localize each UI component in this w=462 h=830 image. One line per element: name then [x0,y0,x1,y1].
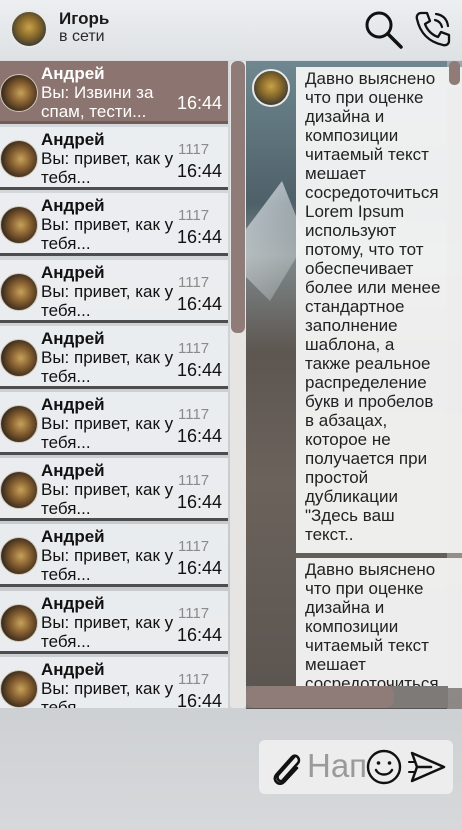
unread-count: 1117 [178,604,210,622]
avatar [0,603,38,642]
chat-time: 16:44 [177,359,223,380]
scrollbar-thumb[interactable] [246,686,394,708]
chat-preview: Вы: привет, как у тебя... [41,281,174,320]
unread-count: 1117 [178,406,210,423]
unread-count: 1117 [178,141,210,159]
message-avatar[interactable] [252,69,290,107]
chat-name: Андрей [41,196,105,216]
avatar[interactable] [10,10,48,48]
unread-count: 1117 [178,472,210,490]
phone-icon[interactable] [412,8,454,50]
chat-time: 16:44 [177,690,223,708]
chat-name: Андрей [41,262,105,282]
chat-preview: Вы: привет, как у тебя... [41,480,174,519]
chat-time: 16:44 [177,93,223,113]
chat-name: Андрей [41,659,105,679]
chat-list[interactable]: Андрей Вы: Извини за спам, тести... 16:44 А… [0,61,228,708]
avatar [0,669,38,708]
chat-time: 16:44 [177,624,223,645]
chat-time: 16:44 [177,227,223,248]
paperclip-icon[interactable] [265,747,305,787]
chat-name: Андрей [41,64,105,83]
avatar [0,272,38,311]
chat-list-item[interactable]: Андрей Вы: привет, как у тебя... 1117 16:44 [0,458,228,522]
search-icon[interactable] [362,8,404,50]
chat-time: 16:44 [177,492,223,513]
chat-list-item[interactable]: Андрей Вы: привет, как у тебя... 1117 16:44 [0,259,228,323]
chat-preview: Вы: привет, как у тебя... [41,215,174,254]
chat-name: Андрей [41,130,105,150]
chat-time: 16:44 [177,558,223,579]
chat-time: 16:44 [177,161,223,182]
message-scrollbar-horizontal[interactable] [246,686,448,708]
chat-list-item[interactable]: Андрей Вы: Извини за спам, тести... 16:44 [0,61,228,124]
chat-name: Андрей [41,461,105,481]
chat-name: Андрей [41,527,105,547]
avatar [0,471,38,510]
chat-list-scrollbar[interactable] [230,61,246,708]
chat-list-item[interactable]: Андрей Вы: привет, как у тебя... 1117 16:44 [0,127,228,191]
unread-count: 1117 [178,273,210,291]
chat-list-item[interactable]: Андрей Вы: привет, как у тебя... 1117 16:44 [0,392,228,455]
message-composer [259,740,453,794]
chat-preview: Вы: привет, как у тебя... [41,347,174,386]
unread-count: 1117 [178,538,210,556]
unread-count: 1117 [178,207,210,225]
avatar [0,206,38,245]
chat-time: 16:44 [177,293,223,314]
chat-list-item[interactable]: Андрей Вы: привет, как у тебя... 1117 16:44 [0,590,228,654]
chat-time: 16:44 [177,426,223,446]
scrollbar-thumb[interactable] [449,61,460,85]
message-bubble: Давно выяснено что при оценке дизайна и … [296,558,462,688]
contact-name: Игорь [59,9,110,28]
chat-list-item[interactable]: Андрей Вы: привет, как у тебя... 1117 16:44 [0,524,228,588]
message-scrollbar-vertical[interactable] [447,61,462,709]
chat-list-item[interactable]: Андрей Вы: привет, как у тебя... 1117 16:44 [0,193,228,257]
chat-preview: Вы: привет, как у тебя... [41,414,174,452]
chat-name: Андрей [41,395,105,414]
smile-icon[interactable] [365,748,403,786]
chat-list-item[interactable]: Андрей Вы: привет, как у тебя... 1117 16:44 [0,656,228,708]
chat-preview: Вы: привет, как у тебя... [41,149,174,188]
avatar [0,405,38,443]
chat-preview: Вы: привет, как у тебя... [41,546,174,585]
unread-count: 1117 [178,339,210,357]
contact-status: в сети [59,28,105,45]
message-bubble: Давно выяснено что при оценке дизайна и … [296,67,462,553]
message-area: Давно выяснено что при оценке дизайна и … [246,61,462,709]
avatar [0,140,38,179]
chat-preview: Вы: Извини за спам, тести... [41,83,154,121]
chat-name: Андрей [41,593,105,613]
send-icon[interactable] [407,748,447,786]
avatar [0,537,38,576]
scrollbar-thumb[interactable] [231,61,245,333]
chat-preview: Вы: привет, как у тебя... [41,678,174,708]
chat-list-item[interactable]: Андрей Вы: привет, как у тебя... 1117 16:44 [0,325,228,389]
chat-name: Андрей [41,328,105,348]
unread-count: 1117 [178,670,210,688]
avatar [0,74,38,112]
message-input[interactable] [307,746,367,786]
chat-header: Игорь в сети [0,0,462,60]
avatar [0,338,38,377]
chat-preview: Вы: привет, как у тебя... [41,612,174,651]
